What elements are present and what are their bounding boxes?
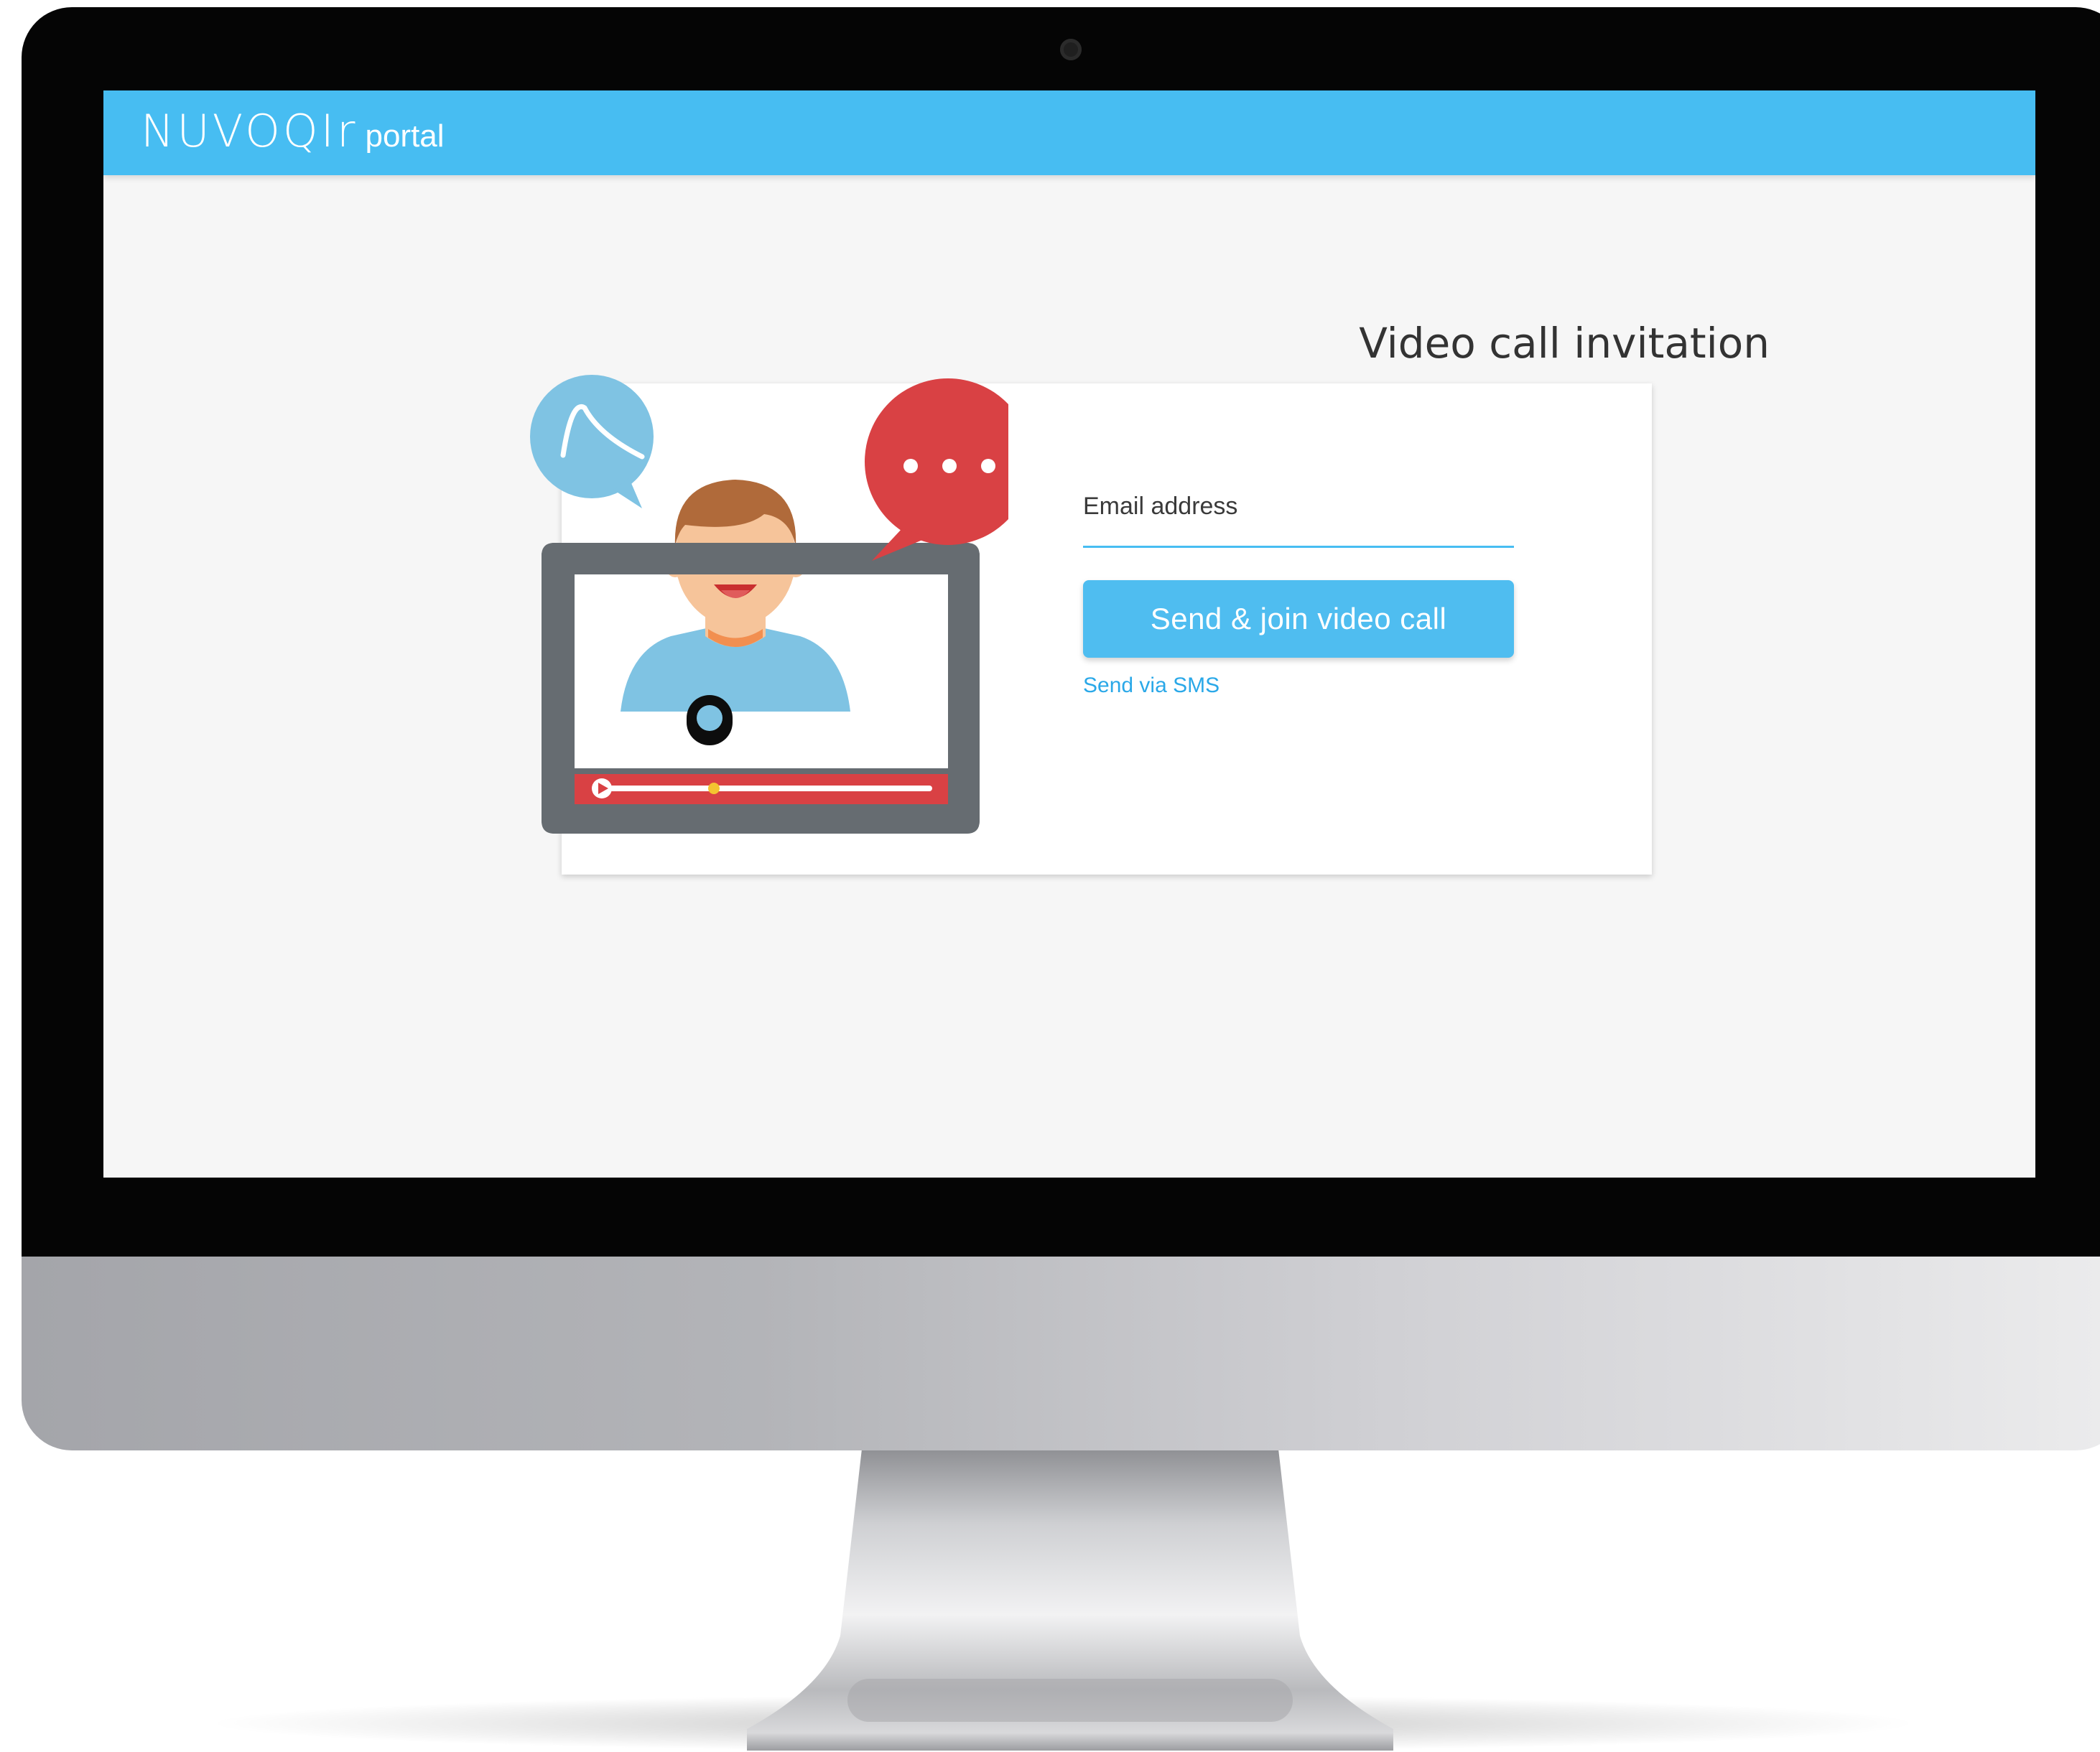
webcam-icon bbox=[1060, 39, 1082, 60]
monitor-chin bbox=[22, 1257, 2100, 1450]
brand-logo[interactable]: NUVOQIr portal bbox=[141, 109, 445, 154]
send-join-video-call-button[interactable]: Send & join video call bbox=[1083, 580, 1514, 658]
desktop-mockup: NUVOQIr portal Video call invitation Ema… bbox=[0, 0, 2100, 1752]
monitor-stand bbox=[747, 1449, 1393, 1751]
top-bar: NUVOQIr portal bbox=[103, 90, 2035, 175]
brand-subtitle: portal bbox=[365, 118, 445, 154]
curve-chat-bubble-icon bbox=[530, 375, 654, 498]
email-label: Email address bbox=[1083, 493, 1238, 520]
screen: NUVOQIr portal Video call invitation Ema… bbox=[103, 90, 2035, 1178]
send-via-sms-link[interactable]: Send via SMS bbox=[1083, 674, 1219, 698]
video-call-illustration bbox=[530, 375, 1008, 834]
brand-name: NUVOQIr bbox=[141, 105, 358, 157]
email-input[interactable] bbox=[1083, 524, 1514, 548]
page-title: Video call invitation bbox=[1359, 319, 1770, 368]
